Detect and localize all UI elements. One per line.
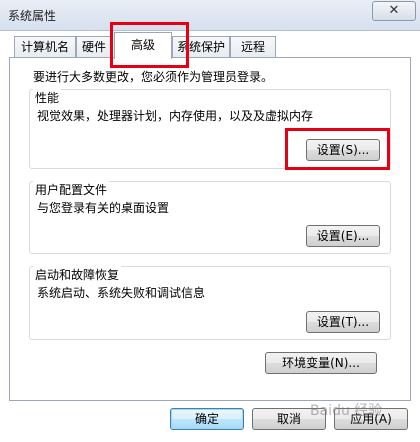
admin-note: 要进行大多数更改，您必须作为管理员登录。 [33,70,274,84]
environment-variables-button[interactable]: 环境变量(N)... [265,352,377,374]
performance-description: 视觉效果，处理器计划，内存使用，以及及虚拟内存 [37,109,314,123]
tab-strip: 计算机名 硬件 高级 系统保护 远程 [0,30,420,59]
user-profiles-description: 与您登录有关的桌面设置 [37,201,170,215]
startup-recovery-title: 启动和故障恢复 [33,266,122,283]
startup-recovery-description: 系统启动、系统失败和调试信息 [37,286,206,300]
ok-button[interactable]: 确定 [170,408,244,430]
tab-hardware[interactable]: 硬件 [76,36,112,58]
title-bar: 系统属性 ✕ [0,0,420,31]
close-icon: ✕ [388,3,400,18]
watermark: Baidu 经验 [310,403,383,419]
tab-computer-name[interactable]: 计算机名 [14,36,76,58]
highlight-box-performance-settings [285,128,390,170]
window-title: 系统属性 [8,9,57,23]
user-profiles-settings-button[interactable]: 设置(E)... [306,225,380,247]
startup-recovery-settings-button[interactable]: 设置(T)... [306,311,380,333]
tab-remote[interactable]: 远程 [230,36,276,58]
close-button[interactable]: ✕ [372,1,416,21]
performance-title: 性能 [33,89,62,106]
user-profiles-title: 用户配置文件 [33,181,110,198]
highlight-box-advanced-tab [110,22,189,68]
